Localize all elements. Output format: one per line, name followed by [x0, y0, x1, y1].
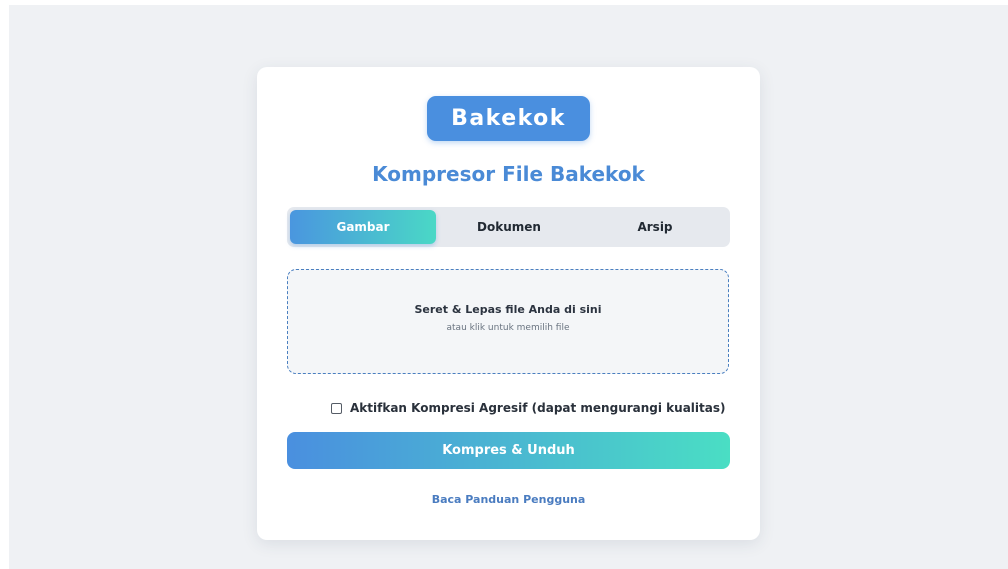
- aggressive-compression-option[interactable]: Aktifkan Kompresi Agresif (dapat mengura…: [331, 399, 725, 417]
- compressor-card: Bakekok Kompresor File Bakekok Gambar Do…: [257, 67, 760, 540]
- compress-download-button[interactable]: Kompres & Unduh: [287, 432, 730, 469]
- dropzone-secondary-text: atau klik untuk memilih file: [446, 323, 570, 333]
- page-title: Kompresor File Bakekok: [372, 162, 645, 186]
- tab-dokumen[interactable]: Dokumen: [436, 210, 582, 244]
- brand-logo: Bakekok: [427, 96, 590, 141]
- file-dropzone[interactable]: Seret & Lepas file Anda di sini atau kli…: [287, 269, 729, 374]
- file-type-tabs: Gambar Dokumen Arsip: [287, 207, 730, 247]
- user-guide-link[interactable]: Baca Panduan Pengguna: [257, 493, 760, 506]
- checkbox-unchecked-icon[interactable]: [331, 402, 342, 414]
- dropzone-primary-text: Seret & Lepas file Anda di sini: [414, 303, 602, 316]
- tab-gambar[interactable]: Gambar: [290, 210, 436, 244]
- aggressive-compression-label[interactable]: Aktifkan Kompresi Agresif (dapat mengura…: [350, 401, 725, 415]
- tab-arsip[interactable]: Arsip: [582, 210, 728, 244]
